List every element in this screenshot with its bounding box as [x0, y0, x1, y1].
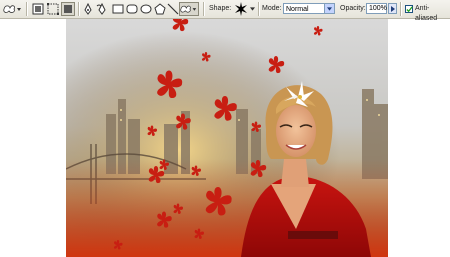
freeform-pen-icon	[96, 3, 106, 15]
tool-preset-picker[interactable]	[2, 2, 22, 16]
opacity-label: Opacity:	[340, 5, 366, 12]
polygon-icon	[154, 3, 166, 15]
ellipse-tool-button[interactable]	[139, 2, 153, 16]
shape-layers-icon	[32, 3, 44, 15]
fill-pixels-icon	[64, 5, 72, 13]
mode-value: Normal	[286, 6, 309, 13]
paths-icon	[47, 3, 59, 15]
rectangle-icon	[112, 4, 124, 14]
mode-select[interactable]: Normal	[283, 3, 335, 14]
fill-pixels-button[interactable]	[61, 2, 75, 16]
check-icon	[406, 6, 413, 13]
shape-layers-button[interactable]	[31, 2, 45, 16]
photo-artwork	[66, 19, 388, 257]
anti-aliased-label: Anti-aliased	[415, 5, 438, 22]
mode-label: Mode:	[262, 5, 282, 12]
pen-icon	[84, 3, 92, 15]
ellipse-icon	[140, 4, 152, 14]
rounded-rectangle-tool-button[interactable]	[125, 2, 139, 16]
line-tool-button[interactable]	[166, 2, 180, 16]
options-bar: Shape: Mode: Normal Opacity: 100% Anti-a…	[0, 0, 450, 22]
custom-shape-icon	[180, 5, 197, 13]
freeform-pen-button[interactable]	[95, 2, 109, 16]
pen-tool-button[interactable]	[81, 2, 95, 16]
document-canvas[interactable]	[66, 19, 388, 257]
line-icon	[167, 3, 179, 15]
rectangle-tool-button[interactable]	[111, 2, 125, 16]
anti-aliased-checkbox[interactable]	[405, 5, 413, 13]
opacity-slider-button[interactable]	[388, 3, 397, 14]
rounded-rectangle-icon	[126, 4, 138, 14]
chevron-down-icon	[324, 4, 334, 13]
asterisk-shape-icon	[235, 2, 247, 16]
polygon-tool-button[interactable]	[153, 2, 167, 16]
chevron-right-icon	[390, 5, 395, 12]
opacity-value: 100%	[369, 5, 387, 12]
custom-shape-tool-button[interactable]	[179, 2, 199, 16]
paths-button[interactable]	[46, 2, 60, 16]
shape-label: Shape:	[209, 5, 232, 12]
shape-picker[interactable]	[233, 1, 249, 17]
shape-picker-arrow-icon[interactable]	[250, 7, 255, 11]
custom-shape-tool-icon	[3, 5, 21, 13]
opacity-input[interactable]: 100%	[366, 3, 387, 14]
